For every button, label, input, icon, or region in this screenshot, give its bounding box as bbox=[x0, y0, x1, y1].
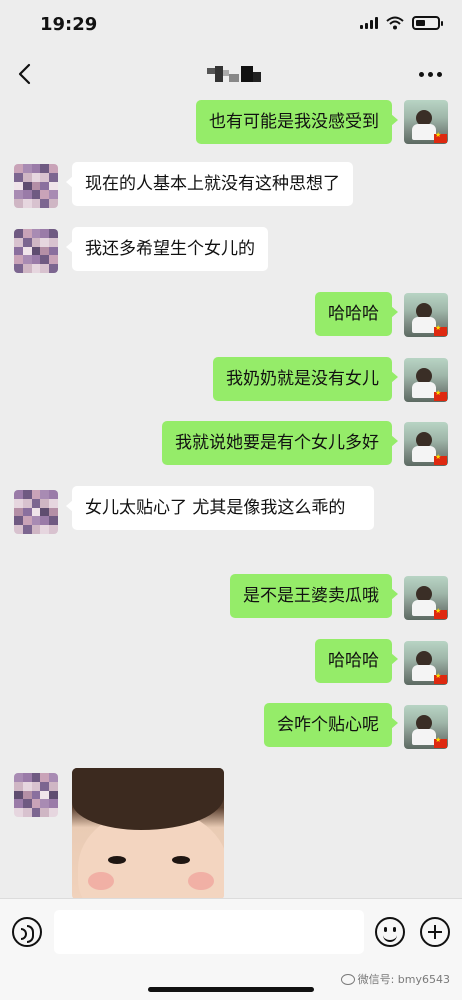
input-bar: 微信号: bmy6543 bbox=[0, 898, 462, 1000]
message-input[interactable] bbox=[54, 910, 364, 954]
avatar-self[interactable] bbox=[404, 422, 448, 466]
message-bubble-received[interactable]: 女儿太贴心了 尤其是像我这么乖的 bbox=[66, 486, 374, 530]
avatar-self[interactable] bbox=[404, 100, 448, 144]
avatar-self[interactable] bbox=[404, 576, 448, 620]
message-bubble-sent[interactable]: 哈哈哈 bbox=[315, 292, 398, 336]
home-indicator bbox=[148, 987, 314, 992]
message-bubble-sent[interactable]: 是不是王婆卖瓜哦 bbox=[230, 574, 398, 618]
more-dots-icon[interactable] bbox=[416, 62, 444, 86]
avatar-self[interactable] bbox=[404, 293, 448, 337]
message-bubble-sent[interactable]: 也有可能是我没感受到 bbox=[196, 100, 398, 144]
message-bubble-sent[interactable]: 会咋个贴心呢 bbox=[264, 703, 398, 747]
chevron-left-icon[interactable] bbox=[12, 60, 40, 88]
contact-name-pixelated bbox=[207, 66, 263, 84]
message-bubble-sent[interactable]: 哈哈哈 bbox=[315, 639, 398, 683]
message-bubble-received[interactable]: 我还多希望生个女儿的 bbox=[66, 227, 268, 271]
voice-icon[interactable] bbox=[12, 917, 42, 947]
signal-icon bbox=[360, 17, 378, 29]
avatar-contact[interactable] bbox=[14, 229, 58, 273]
message-bubble-sent[interactable]: 我就说她要是有个女儿多好 bbox=[162, 421, 398, 465]
image-message-baby-photo[interactable] bbox=[72, 768, 224, 898]
status-time: 19:29 bbox=[40, 14, 98, 35]
message-bubble-received[interactable]: 现在的人基本上就没有这种思想了 bbox=[66, 162, 353, 206]
avatar-contact[interactable] bbox=[14, 164, 58, 208]
battery-icon bbox=[412, 16, 443, 30]
message-bubble-sent[interactable]: 我奶奶就是没有女儿 bbox=[213, 357, 398, 401]
avatar-self[interactable] bbox=[404, 358, 448, 402]
avatar-self[interactable] bbox=[404, 705, 448, 749]
battery-fill bbox=[416, 20, 425, 26]
chat-area[interactable]: 也有可能是我没感受到 现在的人基本上就没有这种思想了 我还多希望生个女儿的 哈哈… bbox=[0, 96, 462, 898]
wifi-icon bbox=[386, 16, 404, 30]
wechat-logo-icon bbox=[340, 973, 355, 985]
nav-bar bbox=[0, 48, 462, 100]
avatar-self[interactable] bbox=[404, 641, 448, 685]
watermark: 微信号: bmy6543 bbox=[340, 971, 450, 987]
plus-icon[interactable] bbox=[420, 917, 450, 947]
avatar-contact[interactable] bbox=[14, 773, 58, 817]
status-bar: 19:29 bbox=[0, 0, 462, 48]
emoji-icon[interactable] bbox=[375, 917, 405, 947]
watermark-text: 微信号: bmy6543 bbox=[357, 973, 450, 986]
status-icons bbox=[360, 16, 443, 30]
avatar-contact[interactable] bbox=[14, 490, 58, 534]
